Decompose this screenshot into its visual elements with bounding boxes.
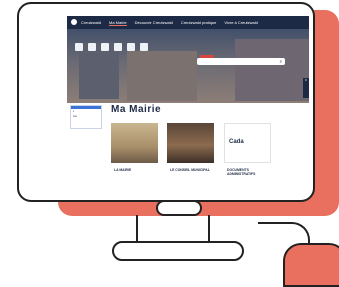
search-bar[interactable]: ⌕ (197, 58, 285, 74)
nav-decouvrir[interactable]: Découvrir Creutzwald (135, 20, 173, 25)
hero-building-center (127, 51, 197, 101)
search-input[interactable] (197, 66, 281, 74)
nav-ma-mairie[interactable]: Ma Mairie (109, 20, 127, 26)
card-label: LE CONSEIL MUNICIPAL (170, 168, 210, 172)
monitor-base (112, 241, 244, 261)
card-image-town-hall (111, 123, 158, 163)
card-label: DOCUMENTS ADMINISTRATIFS (227, 168, 256, 176)
monitor-power-button (156, 200, 202, 216)
cada-logo: Cada (229, 139, 244, 145)
youtube-icon[interactable] (101, 43, 109, 51)
accessibility-text-size-icon[interactable]: Aa (71, 114, 101, 119)
main-navigation: Creutzwald Ma Mairie Découvrir Creutzwal… (67, 16, 309, 29)
card-documents-administratifs[interactable]: Cada DOCUMENTS ADMINISTRATIFS (224, 123, 271, 185)
twitter-icon[interactable] (75, 43, 83, 51)
monitor-neck (136, 215, 210, 243)
nav-vivre[interactable]: Vivre à Creutzwald (224, 20, 258, 25)
card-la-mairie[interactable]: LA MAIRIE (111, 123, 158, 185)
website-screen: Creutzwald Ma Mairie Découvrir Creutzwal… (67, 16, 309, 188)
card-image-cada-logo: Cada (224, 123, 271, 163)
card-image-council-room (167, 123, 214, 163)
grid-icon[interactable] (140, 43, 148, 51)
page-title: Ma Mairie (111, 104, 162, 115)
facebook-icon[interactable] (88, 43, 96, 51)
social-links (75, 43, 148, 51)
instagram-icon[interactable] (114, 43, 122, 51)
site-logo-icon[interactable] (71, 19, 77, 25)
nav-pratique[interactable]: Creutzwald pratique (181, 20, 217, 25)
mouse-illustration (283, 243, 339, 287)
hero-building-left (79, 43, 119, 99)
card-label: LA MAIRIE (114, 168, 132, 172)
mail-icon[interactable] (127, 43, 135, 51)
nav-home[interactable]: Creutzwald (81, 20, 101, 25)
side-quick-access-tab[interactable]: ≡ (303, 78, 309, 98)
search-icon[interactable]: ⌕ (279, 59, 282, 64)
card-conseil-municipal[interactable]: LE CONSEIL MUNICIPAL (167, 123, 214, 185)
hero-banner: ⌕ (67, 29, 309, 103)
accessibility-widget[interactable]: ◐ Aa (70, 105, 102, 129)
